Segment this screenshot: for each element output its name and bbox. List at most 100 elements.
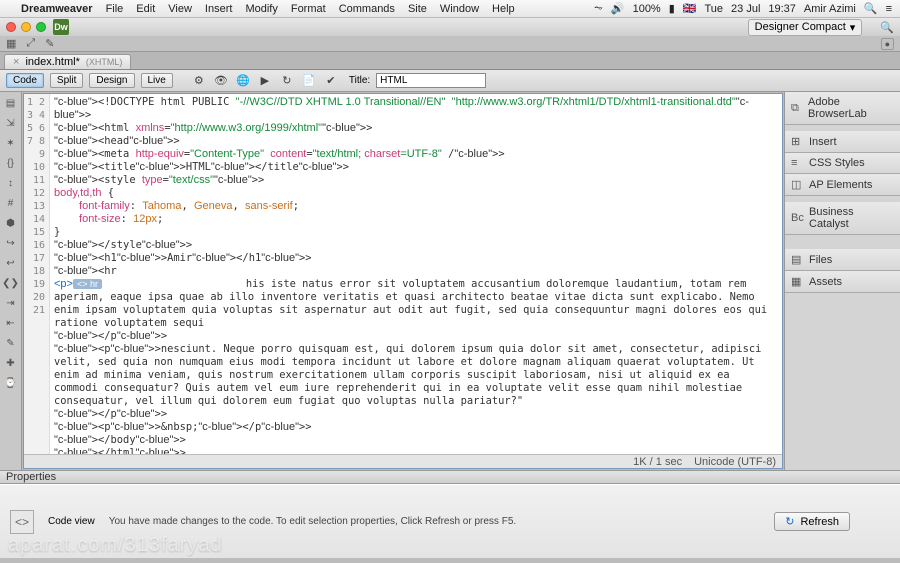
window-minimize-button[interactable] <box>21 22 31 32</box>
panel-icon: ≡ <box>791 157 803 169</box>
refresh-button[interactable]: ↻ Refresh <box>774 512 850 531</box>
panel-label: CSS Styles <box>809 157 865 169</box>
volume-icon[interactable]: 🔊 <box>611 2 625 15</box>
inspect-icon[interactable]: 👁 <box>213 73 229 89</box>
chevron-down-icon: ▾ <box>850 21 856 34</box>
menu-commands[interactable]: Commands <box>339 3 395 15</box>
clock-date: 23 Jul <box>731 3 760 15</box>
tab-filename: index.html* <box>25 56 79 68</box>
panel-label: AP Elements <box>809 179 872 191</box>
close-tab-icon[interactable]: × <box>13 56 19 68</box>
menu-file[interactable]: File <box>106 3 124 15</box>
balanced-icon[interactable]: ↕ <box>4 176 18 190</box>
code-content[interactable]: "c-blue"><!DOCTYPE html PUBLIC "-//W3C//… <box>50 94 782 454</box>
battery-icon: ▮ <box>669 2 675 15</box>
panel-icon: ▤ <box>791 253 803 266</box>
menu-window[interactable]: Window <box>440 3 479 15</box>
menu-format[interactable]: Format <box>291 3 326 15</box>
encoding-status: Unicode (UTF-8) <box>694 456 776 468</box>
menu-extras-icon[interactable]: ≡ <box>886 3 892 15</box>
validate-icon[interactable]: ✔ <box>323 73 339 89</box>
panel-files[interactable]: ▤ Files <box>785 249 900 270</box>
workspace-switcher[interactable]: Designer Compact ▾ <box>748 19 863 36</box>
panel-icon: Bc <box>791 212 803 224</box>
collapse-icon[interactable]: ⇲ <box>4 116 18 130</box>
panel-insert[interactable]: ⊞ Insert <box>785 131 900 152</box>
clock-day: Tue <box>704 3 723 15</box>
window-zoom-button[interactable] <box>36 22 46 32</box>
menu-site[interactable]: Site <box>408 3 427 15</box>
app-menu[interactable]: Dreamweaver <box>21 3 93 15</box>
properties-message: You have made changes to the code. To ed… <box>109 516 516 527</box>
panel-label: Insert <box>809 136 837 148</box>
design-view-button[interactable]: Design <box>89 73 134 88</box>
panel-ap-elements[interactable]: ◫ AP Elements <box>785 174 900 195</box>
document-tab[interactable]: × index.html* (XHTML) <box>4 54 131 69</box>
properties-header[interactable]: Properties <box>0 470 900 484</box>
app-window: Dw Designer Compact ▾ 🔍 ▦ ⤢ ✎ ● × index.… <box>0 18 900 563</box>
panel-label: Files <box>809 254 832 266</box>
refresh-spinner-icon: ↻ <box>785 515 794 528</box>
recent-icon[interactable]: ⌚ <box>4 376 18 390</box>
expand-all-icon[interactable]: ✶ <box>4 136 18 150</box>
line-numbers: 1 2 3 4 5 6 7 8 9 10 11 12 13 14 15 16 1… <box>24 94 50 454</box>
panel-icon: ⊞ <box>791 135 803 148</box>
refresh-icon[interactable]: ↻ <box>279 73 295 89</box>
panel-icon: ◫ <box>791 178 803 191</box>
indent-icon[interactable]: ⇥ <box>4 296 18 310</box>
preview-icon[interactable]: ▶ <box>257 73 273 89</box>
search-icon[interactable]: 🔍 <box>880 21 894 34</box>
code-editor[interactable]: 1 2 3 4 5 6 7 8 9 10 11 12 13 14 15 16 1… <box>23 93 783 469</box>
panel-label: Adobe BrowserLab <box>808 96 894 120</box>
code-view-icon: <> <box>10 510 34 534</box>
live-code-icon[interactable]: ⚙ <box>191 73 207 89</box>
wifi-icon[interactable]: ⏦ <box>594 2 603 15</box>
panel-icon: ⧉ <box>791 102 802 115</box>
spotlight-icon[interactable]: 🔍 <box>864 2 878 15</box>
live-view-button[interactable]: Live <box>141 73 173 88</box>
menu-modify[interactable]: Modify <box>245 3 277 15</box>
title-label: Title: <box>349 75 370 86</box>
open-doc-icon[interactable]: ▤ <box>4 96 18 110</box>
brush-icon[interactable]: ✎ <box>45 37 54 50</box>
right-panels: ⧉ Adobe BrowserLab ⊞ Insert ≡ CSS Styles ◫ AP E… <box>784 92 900 470</box>
panel-business-catalyst[interactable]: BcBusiness Catalyst <box>785 202 900 234</box>
flag-icon[interactable]: 🇬🇧 <box>683 2 697 15</box>
battery-indicator[interactable]: 100% <box>633 3 661 15</box>
layout-icon[interactable]: ▦ <box>6 37 16 50</box>
panel-css-styles[interactable]: ≡ CSS Styles <box>785 153 900 173</box>
user-name[interactable]: Amir Azimi <box>804 3 856 15</box>
panel-label: Assets <box>809 276 842 288</box>
highlight-icon[interactable]: ⬢ <box>4 216 18 230</box>
file-mgmt-icon[interactable]: 📄 <box>301 73 317 89</box>
code-nav-icon[interactable]: ↪ <box>4 236 18 250</box>
refresh-label: Refresh <box>800 516 839 528</box>
server-icon[interactable]: 🌐 <box>235 73 251 89</box>
file-size-status: 1K / 1 sec <box>633 456 682 468</box>
syntax-icon[interactable]: ❮❯ <box>4 276 18 290</box>
title-input[interactable] <box>376 73 486 88</box>
panel-adobe-browserlab[interactable]: ⧉ Adobe BrowserLab <box>785 92 900 124</box>
cslive-icon[interactable]: ● <box>881 38 894 50</box>
outdent-icon[interactable]: ⇤ <box>4 316 18 330</box>
expand-icon[interactable]: ⤢ <box>26 37 35 50</box>
menu-edit[interactable]: Edit <box>136 3 155 15</box>
wrap-icon[interactable]: ↩ <box>4 256 18 270</box>
properties-panel: <> Code view You have made changes to th… <box>0 484 900 558</box>
document-toolbar: Code Split Design Live ⚙ 👁 🌐 ▶ ↻ 📄 ✔ Tit… <box>0 70 900 92</box>
snippet-icon[interactable]: ✚ <box>4 356 18 370</box>
status-bar: 1K / 1 sec Unicode (UTF-8) <box>24 454 782 468</box>
parent-tag-icon[interactable]: {} <box>4 156 18 170</box>
comment-icon[interactable]: ✎ <box>4 336 18 350</box>
code-view-button[interactable]: Code <box>6 73 44 88</box>
line-num-icon[interactable]: # <box>4 196 18 210</box>
menu-help[interactable]: Help <box>492 3 515 15</box>
window-close-button[interactable] <box>6 22 16 32</box>
panel-icon: ▦ <box>791 275 803 288</box>
split-view-button[interactable]: Split <box>50 73 83 88</box>
menu-view[interactable]: View <box>168 3 192 15</box>
panel-assets[interactable]: ▦ Assets <box>785 271 900 292</box>
properties-mode: Code view <box>48 516 95 527</box>
menu-insert[interactable]: Insert <box>205 3 233 15</box>
mac-menu-bar: Dreamweaver File Edit View Insert Modify… <box>0 0 900 18</box>
